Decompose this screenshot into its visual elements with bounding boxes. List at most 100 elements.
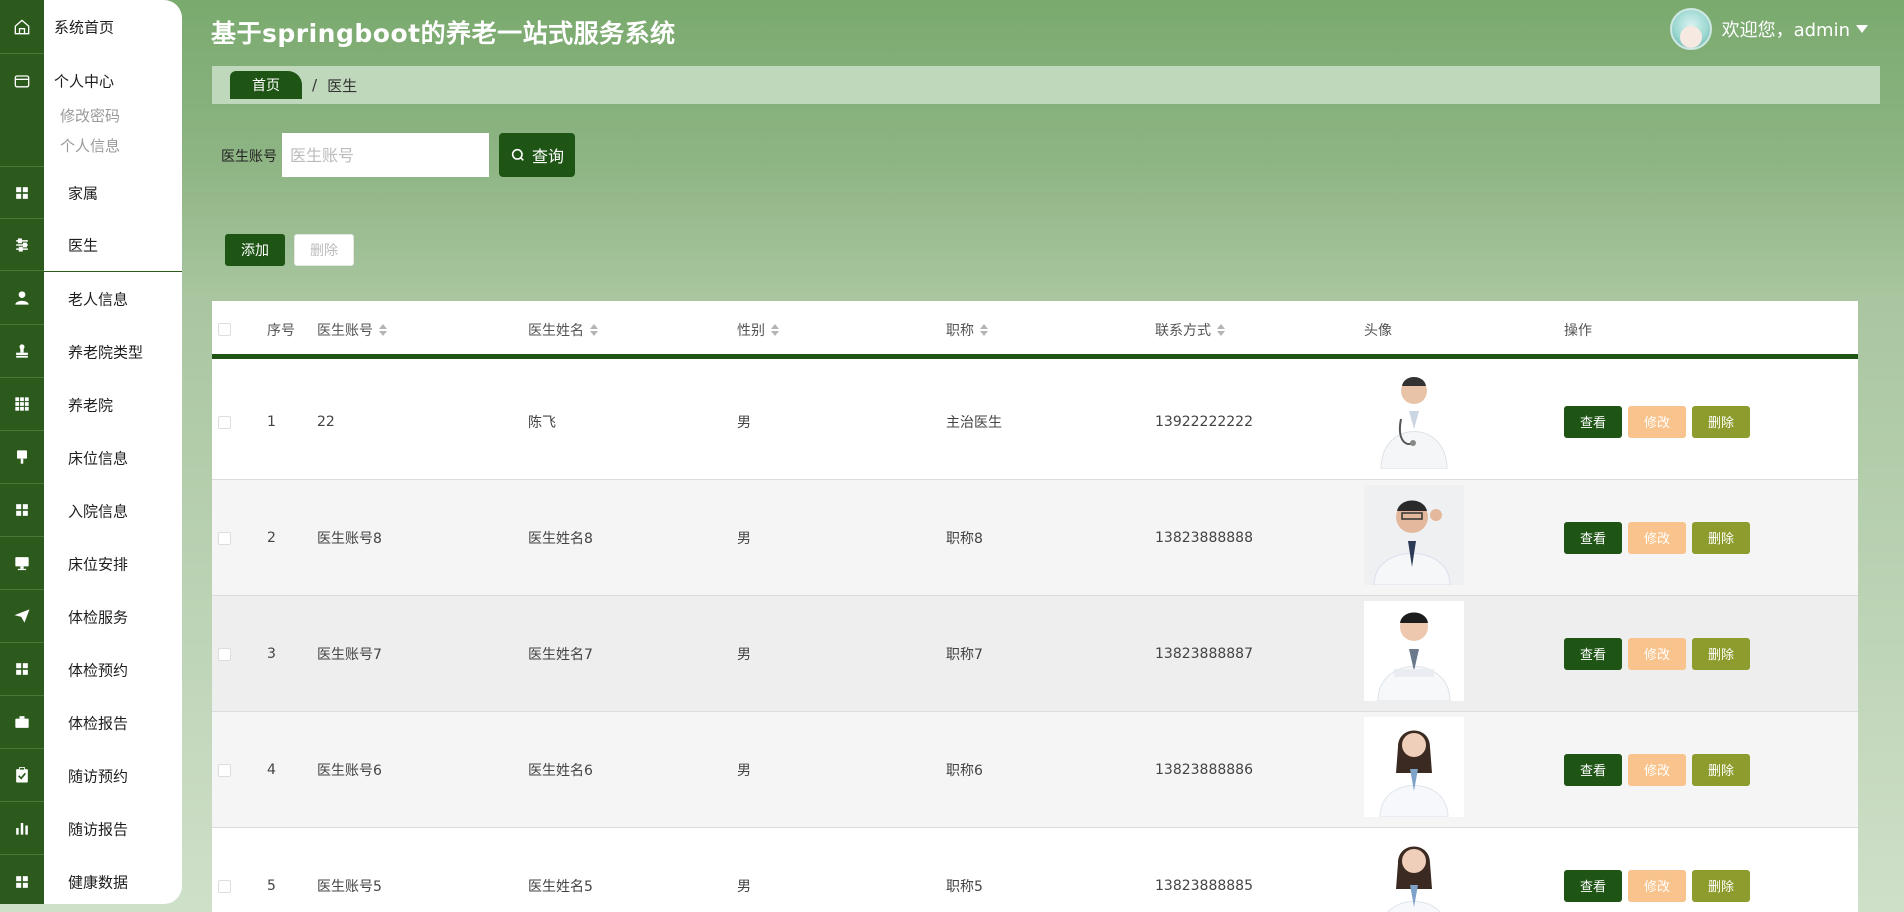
sidebar-item-label: 随访预约 <box>68 767 129 785</box>
cell-account: 医生账号5 <box>317 878 382 895</box>
doctor-photo <box>1364 717 1464 817</box>
column-header-name[interactable]: 医生姓名 <box>528 301 598 359</box>
sort-icon[interactable] <box>590 324 598 336</box>
grid-nine-icon <box>0 378 44 431</box>
sidebar-item-label: 体检服务 <box>68 608 129 626</box>
sidebar-item-home[interactable]: 系统首页 <box>0 0 182 54</box>
cell-index: 4 <box>267 761 276 778</box>
view-button[interactable]: 查看 <box>1564 753 1622 786</box>
sidebar-item-label: 健康数据 <box>68 873 129 891</box>
table-row: 2 医生账号8 医生姓名8 男 职称8 13823888888 查看 修改 删除 <box>212 480 1858 596</box>
add-button[interactable]: 添加 <box>225 234 285 266</box>
delete-row-button[interactable]: 删除 <box>1692 753 1750 786</box>
view-button[interactable]: 查看 <box>1564 521 1622 554</box>
sort-icon[interactable] <box>980 324 988 336</box>
sidebar-item-bed-info[interactable]: 床位信息 <box>0 431 182 484</box>
edit-button[interactable]: 修改 <box>1628 753 1686 786</box>
sidebar-item-label: 床位信息 <box>68 449 129 467</box>
row-checkbox[interactable] <box>218 532 231 545</box>
cell-name: 医生姓名8 <box>528 530 593 547</box>
column-header-gender[interactable]: 性别 <box>737 301 779 359</box>
sort-icon[interactable] <box>771 324 779 336</box>
breadcrumb-home[interactable]: 首页 <box>230 71 302 99</box>
cell-phone: 13823888887 <box>1155 645 1253 662</box>
column-header-account[interactable]: 医生账号 <box>317 301 387 359</box>
table-row: 1 22 陈飞 男 主治医生 13922222222 查看 修改 删除 <box>212 364 1858 480</box>
user-menu[interactable]: 欢迎您，admin <box>1669 8 1868 50</box>
sidebar-item-checkup-service[interactable]: 体检服务 <box>0 590 182 643</box>
delete-row-button[interactable]: 删除 <box>1692 521 1750 554</box>
cell-gender: 男 <box>737 530 751 547</box>
column-header-index: 序号 <box>267 323 295 339</box>
grid-icon <box>0 166 44 219</box>
delete-row-button[interactable]: 删除 <box>1692 869 1750 902</box>
cell-index: 2 <box>267 529 276 546</box>
row-checkbox[interactable] <box>218 416 231 429</box>
delete-row-button[interactable]: 删除 <box>1692 637 1750 670</box>
column-header-actions: 操作 <box>1564 323 1592 339</box>
grid-icon <box>0 855 44 904</box>
cell-phone: 13823888885 <box>1155 877 1253 894</box>
edit-button[interactable]: 修改 <box>1628 869 1686 902</box>
home-icon <box>0 0 44 54</box>
cell-gender: 男 <box>737 878 751 895</box>
column-header-phone[interactable]: 联系方式 <box>1155 301 1225 359</box>
cell-name: 医生姓名5 <box>528 878 593 895</box>
sidebar-item-followup-booking[interactable]: 随访预约 <box>0 749 182 802</box>
sidebar-item-bed-arrangement[interactable]: 床位安排 <box>0 537 182 590</box>
edit-button[interactable]: 修改 <box>1628 405 1686 438</box>
monitor-icon <box>0 537 44 590</box>
delete-row-button[interactable]: 删除 <box>1692 405 1750 438</box>
caret-down-icon <box>1856 25 1868 33</box>
breadcrumb-separator: / <box>312 76 318 94</box>
sort-icon[interactable] <box>1217 324 1225 336</box>
brush-icon <box>0 431 44 484</box>
edit-button[interactable]: 修改 <box>1628 637 1686 670</box>
cell-account: 医生账号7 <box>317 646 382 663</box>
cell-gender: 男 <box>737 414 751 431</box>
sidebar-subitem-change-password[interactable]: 修改密码 <box>60 105 120 126</box>
sidebar-item-health-data[interactable]: 健康数据 <box>0 855 182 904</box>
sidebar-item-label: 系统首页 <box>54 18 115 37</box>
row-checkbox[interactable] <box>218 880 231 893</box>
row-actions: 查看 修改 删除 <box>1564 521 1750 554</box>
briefcase-icon <box>0 696 44 749</box>
sidebar-item-family[interactable]: 家属 <box>0 166 182 219</box>
sidebar-item-label: 医生 <box>68 236 99 255</box>
sidebar-item-doctor[interactable]: 医生 <box>0 219 182 272</box>
select-all-checkbox[interactable] <box>218 323 231 336</box>
sidebar-item-label: 床位安排 <box>68 555 129 573</box>
row-actions: 查看 修改 删除 <box>1564 753 1750 786</box>
sidebar-item-nursing-home[interactable]: 养老院 <box>0 378 182 431</box>
cell-index: 5 <box>267 877 276 894</box>
column-header-title[interactable]: 职称 <box>946 301 988 359</box>
row-checkbox[interactable] <box>218 764 231 777</box>
sidebar-item-personal[interactable]: 个人中心 <box>0 54 182 108</box>
sidebar-item-followup-report[interactable]: 随访报告 <box>0 802 182 855</box>
row-checkbox[interactable] <box>218 648 231 661</box>
sidebar-item-label: 养老院 <box>68 396 114 414</box>
search-input[interactable] <box>282 133 489 177</box>
sidebar-item-elderly[interactable]: 老人信息 <box>0 272 182 325</box>
sidebar-item-nursing-home-type[interactable]: 养老院类型 <box>0 325 182 378</box>
view-button[interactable]: 查看 <box>1564 637 1622 670</box>
search-button[interactable]: 查询 <box>499 133 575 177</box>
sidebar-item-admission[interactable]: 入院信息 <box>0 484 182 537</box>
view-button[interactable]: 查看 <box>1564 869 1622 902</box>
sidebar-subitem-profile[interactable]: 个人信息 <box>60 135 120 156</box>
breadcrumb: 首页 / 医生 <box>212 66 1880 104</box>
delete-button[interactable]: 删除 <box>294 234 354 266</box>
cell-account: 22 <box>317 413 335 430</box>
cell-phone: 13823888888 <box>1155 529 1253 546</box>
sidebar-item-checkup-report[interactable]: 体检报告 <box>0 696 182 749</box>
clipboard-icon <box>0 749 44 802</box>
view-button[interactable]: 查看 <box>1564 405 1622 438</box>
stamp-icon <box>0 325 44 378</box>
edit-button[interactable]: 修改 <box>1628 521 1686 554</box>
sort-icon[interactable] <box>379 324 387 336</box>
sidebar-item-checkup-booking[interactable]: 体检预约 <box>0 643 182 696</box>
table-row: 4 医生账号6 医生姓名6 男 职称6 13823888886 查看 修改 删除 <box>212 712 1858 828</box>
row-actions: 查看 修改 删除 <box>1564 637 1750 670</box>
cell-title: 主治医生 <box>946 414 1002 431</box>
cell-index: 3 <box>267 645 276 662</box>
